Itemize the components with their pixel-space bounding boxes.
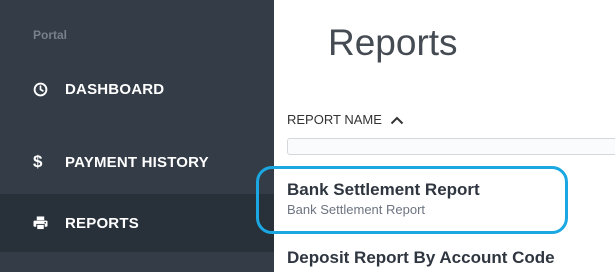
report-subtitle: Bank Settlement Report xyxy=(287,202,426,217)
column-header-label: REPORT NAME xyxy=(287,112,382,127)
report-title: Bank Settlement Report xyxy=(287,180,480,199)
sidebar-item-reports[interactable]: REPORTS xyxy=(0,194,274,252)
report-title: Deposit Report By Account Code xyxy=(287,248,555,267)
page-title: Reports xyxy=(328,22,458,63)
table-row[interactable]: Deposit Report By Account Code xyxy=(287,248,555,268)
sidebar: Portal DASHBOARD $ PAYMENT HISTORY REPOR… xyxy=(0,0,274,272)
sidebar-item-payment-history[interactable]: $ PAYMENT HISTORY xyxy=(0,133,274,191)
clock-icon xyxy=(33,82,53,97)
printer-icon xyxy=(33,216,53,230)
column-header-report-name[interactable]: REPORT NAME xyxy=(287,112,404,127)
sidebar-item-label: PAYMENT HISTORY xyxy=(65,153,209,171)
dollar-icon: $ xyxy=(33,152,43,171)
sidebar-item-label: DASHBOARD xyxy=(65,80,165,98)
sidebar-item-label: REPORTS xyxy=(65,214,139,232)
main-content: Reports REPORT NAME Bank Settlement Repo… xyxy=(274,0,615,272)
chevron-up-icon xyxy=(390,115,404,125)
sidebar-item-dashboard[interactable]: DASHBOARD xyxy=(0,60,274,118)
portal-label: Portal xyxy=(33,28,68,42)
table-row[interactable]: Bank Settlement Report Bank Settlement R… xyxy=(287,180,480,217)
filter-input[interactable] xyxy=(287,138,615,155)
